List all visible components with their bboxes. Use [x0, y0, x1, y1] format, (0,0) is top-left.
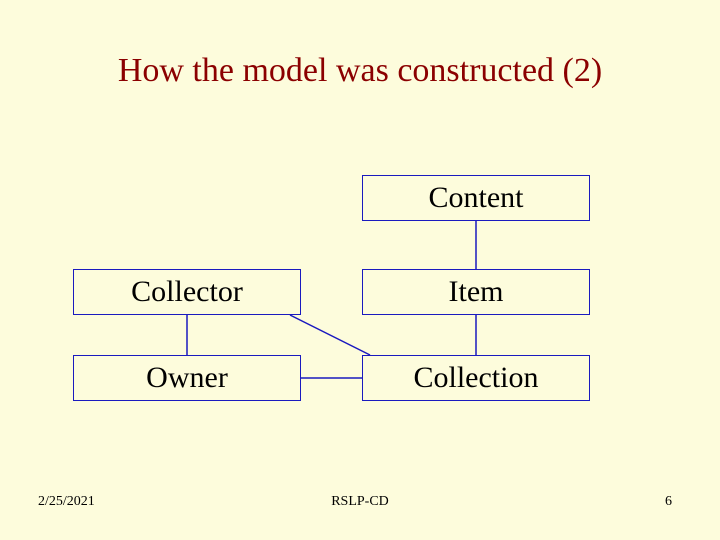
box-content: Content — [362, 175, 590, 221]
box-owner: Owner — [73, 355, 301, 401]
footer-date: 2/25/2021 — [38, 494, 95, 510]
footer-center-label: RSLP-CD — [331, 494, 389, 510]
page-number: 6 — [665, 494, 672, 510]
box-collection: Collection — [362, 355, 590, 401]
box-item: Item — [362, 269, 590, 315]
box-collector: Collector — [73, 269, 301, 315]
slide-title: How the model was constructed (2) — [0, 52, 720, 90]
